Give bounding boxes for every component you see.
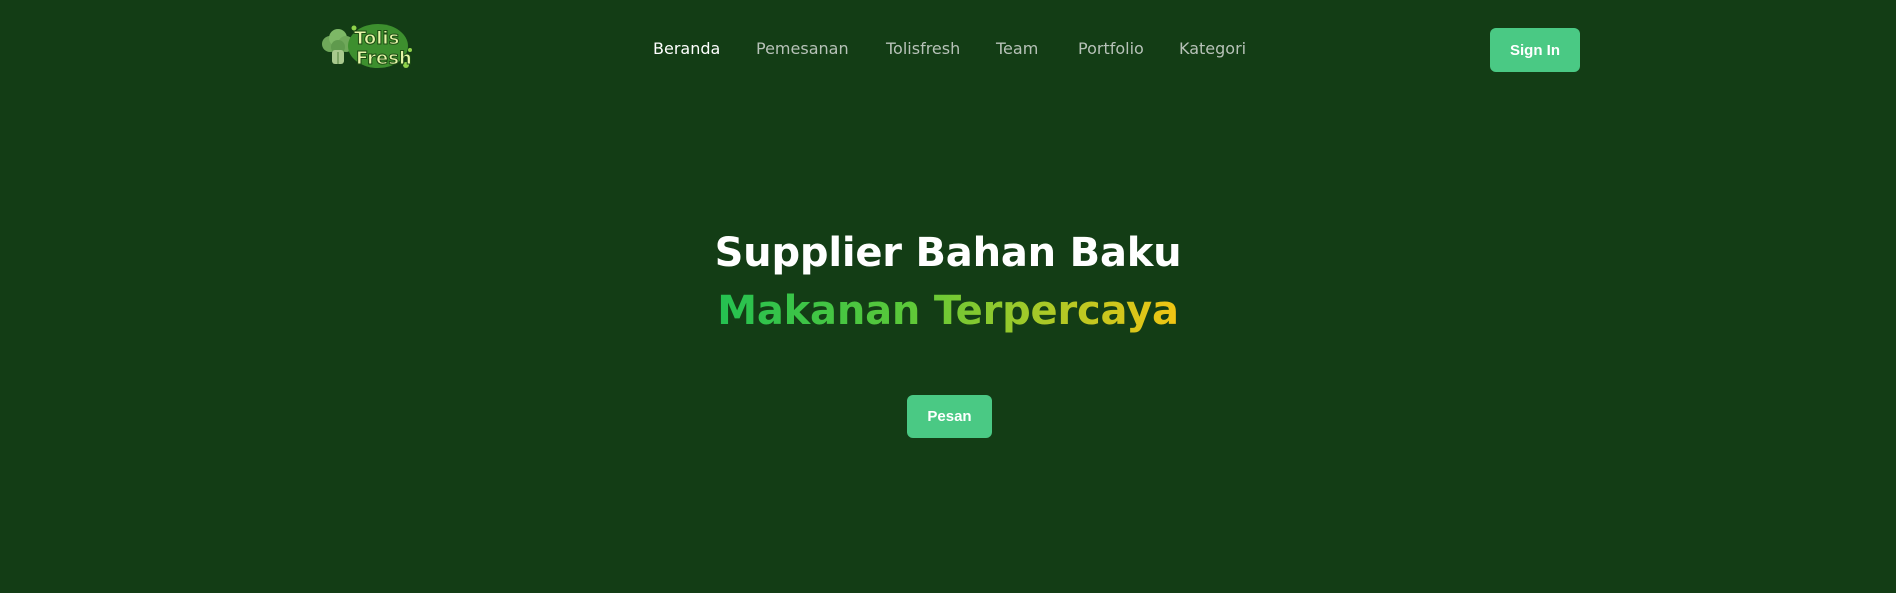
hero-section: Supplier Bahan Baku Makanan Terpercaya <box>0 226 1896 338</box>
top-navigation-bar: Tolis Fresh Beranda Pemesanan Tolisfresh… <box>0 0 1896 100</box>
nav-item-tolisfresh[interactable]: Tolisfresh <box>886 38 960 60</box>
hero-title: Supplier Bahan Baku <box>714 230 1182 276</box>
pesan-button[interactable]: Pesan <box>907 395 992 438</box>
nav-item-kategori[interactable]: Kategori <box>1179 38 1246 60</box>
nav-item-portfolio[interactable]: Portfolio <box>1078 38 1144 60</box>
nav-item-team[interactable]: Team <box>996 38 1038 60</box>
main-nav: Beranda Pemesanan Tolisfresh Team Portfo… <box>0 0 1896 100</box>
sign-in-button[interactable]: Sign In <box>1490 28 1580 72</box>
hero-subtitle-gradient: Makanan Terpercaya <box>717 284 1179 338</box>
nav-item-pemesanan[interactable]: Pemesanan <box>756 38 849 60</box>
nav-item-beranda[interactable]: Beranda <box>653 38 720 60</box>
